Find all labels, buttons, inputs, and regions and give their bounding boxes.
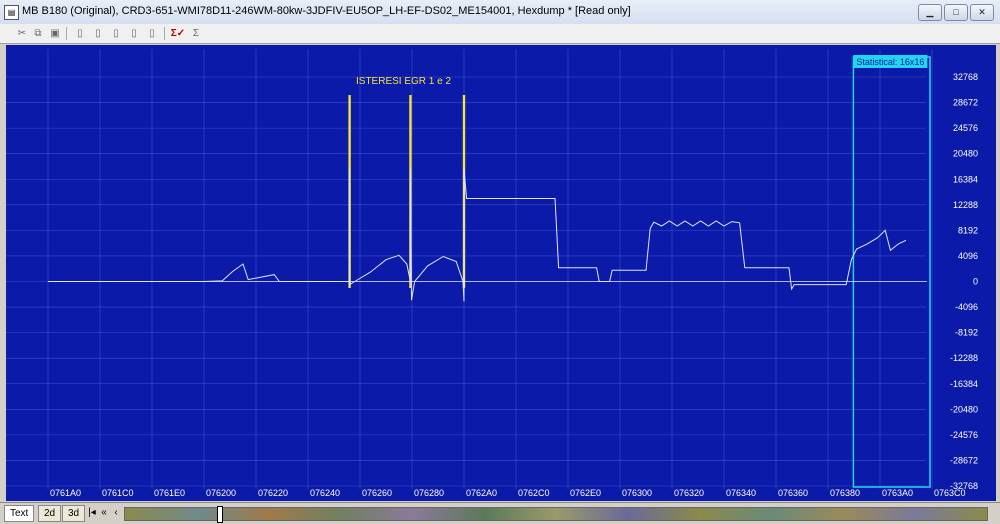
- window-title: MB B180 (Original), CRD3-651-WMI78D11-24…: [22, 5, 631, 17]
- overview-position-marker[interactable]: [217, 506, 223, 523]
- x-tick-label: 0762C0: [518, 488, 550, 498]
- x-tick-label: 076320: [674, 488, 704, 498]
- x-tick-label: 076260: [362, 488, 392, 498]
- cut-icon[interactable]: ✂: [14, 26, 30, 41]
- title-bar: ▤ MB B180 (Original), CRD3-651-WMI78D11-…: [0, 0, 1000, 25]
- tab-2d[interactable]: 2d: [38, 505, 62, 522]
- x-tick-label: 076360: [778, 488, 808, 498]
- toolbar-separator: [66, 27, 67, 40]
- y-tick-label: 0: [973, 277, 978, 287]
- y-tick-label: -16384: [950, 379, 978, 389]
- y-tick-label: 16384: [953, 174, 978, 184]
- first-icon[interactable]: |◂: [86, 505, 98, 520]
- paste-icon[interactable]: ▣: [47, 26, 63, 41]
- selection-label: Statistical: 16x16: [856, 57, 924, 67]
- x-tick-label: 0761A0: [50, 488, 81, 498]
- graph-background: [6, 45, 996, 501]
- y-tick-label: 8192: [958, 225, 978, 235]
- x-tick-label: 076380: [830, 488, 860, 498]
- winols-icon: ▤: [4, 5, 19, 20]
- bottom-bar: Text 2d 3d |◂ « ‹: [0, 502, 1000, 524]
- y-tick-label: -24576: [950, 430, 978, 440]
- hexdump-graph[interactable]: Statistical: 16x16 32768 28672 24576 20480 1…: [6, 45, 996, 501]
- x-tick-label: 0763C0: [934, 488, 966, 498]
- map-copy-icon[interactable]: ▯: [144, 26, 160, 41]
- toolbar-separator: [164, 27, 165, 40]
- x-tick-label: 0762A0: [466, 488, 497, 498]
- x-tick-label: 076200: [206, 488, 236, 498]
- egr-annotation: ISTERESI EGR 1 e 2: [356, 76, 451, 87]
- map-prev-icon[interactable]: ▯: [108, 26, 124, 41]
- close-icon[interactable]: ✕: [970, 4, 994, 21]
- window-buttons: ▁ □ ✕: [918, 4, 994, 21]
- x-tick-label: 076340: [726, 488, 756, 498]
- x-tick-label: 0763A0: [882, 488, 913, 498]
- y-tick-label: -12288: [950, 353, 978, 363]
- data-overview-strip[interactable]: [124, 506, 988, 523]
- x-tick-label: 0761E0: [154, 488, 185, 498]
- x-tick-label: 076220: [258, 488, 288, 498]
- map-add-icon[interactable]: ▯: [72, 26, 88, 41]
- prev-page-icon[interactable]: «: [98, 505, 110, 520]
- x-tick-label: 076300: [622, 488, 652, 498]
- y-tick-label: 28672: [953, 98, 978, 108]
- sigma-icon[interactable]: Σ: [188, 26, 204, 41]
- maximize-icon[interactable]: □: [944, 4, 968, 21]
- y-tick-label: 20480: [953, 149, 978, 159]
- y-tick-label: -4096: [955, 302, 978, 312]
- x-tick-label: 076240: [310, 488, 340, 498]
- minimize-icon[interactable]: ▁: [918, 4, 942, 21]
- sigma-check-icon[interactable]: Σ✓: [170, 26, 186, 41]
- tab-3d[interactable]: 3d: [62, 505, 86, 522]
- y-tick-label: 4096: [958, 251, 978, 261]
- prev-icon[interactable]: ‹: [110, 505, 122, 520]
- y-tick-label: 12288: [953, 200, 978, 210]
- x-tick-label: 076280: [414, 488, 444, 498]
- y-tick-label: 24576: [953, 123, 978, 133]
- copy-icon[interactable]: ⧉: [30, 26, 46, 41]
- y-tick-label: 32768: [953, 72, 978, 82]
- x-tick-label: 0761C0: [102, 488, 134, 498]
- map-remove-icon[interactable]: ▯: [90, 26, 106, 41]
- toolbar: ✂ ⧉ ▣ ▯ ▯ ▯ ▯ ▯ Σ✓ Σ: [0, 24, 1000, 44]
- map-next-icon[interactable]: ▯: [126, 26, 142, 41]
- y-tick-label: -20480: [950, 404, 978, 414]
- tab-text[interactable]: Text: [4, 505, 35, 522]
- y-tick-label: -28672: [950, 455, 978, 465]
- y-tick-label: -8192: [955, 328, 978, 338]
- x-tick-label: 0762E0: [570, 488, 601, 498]
